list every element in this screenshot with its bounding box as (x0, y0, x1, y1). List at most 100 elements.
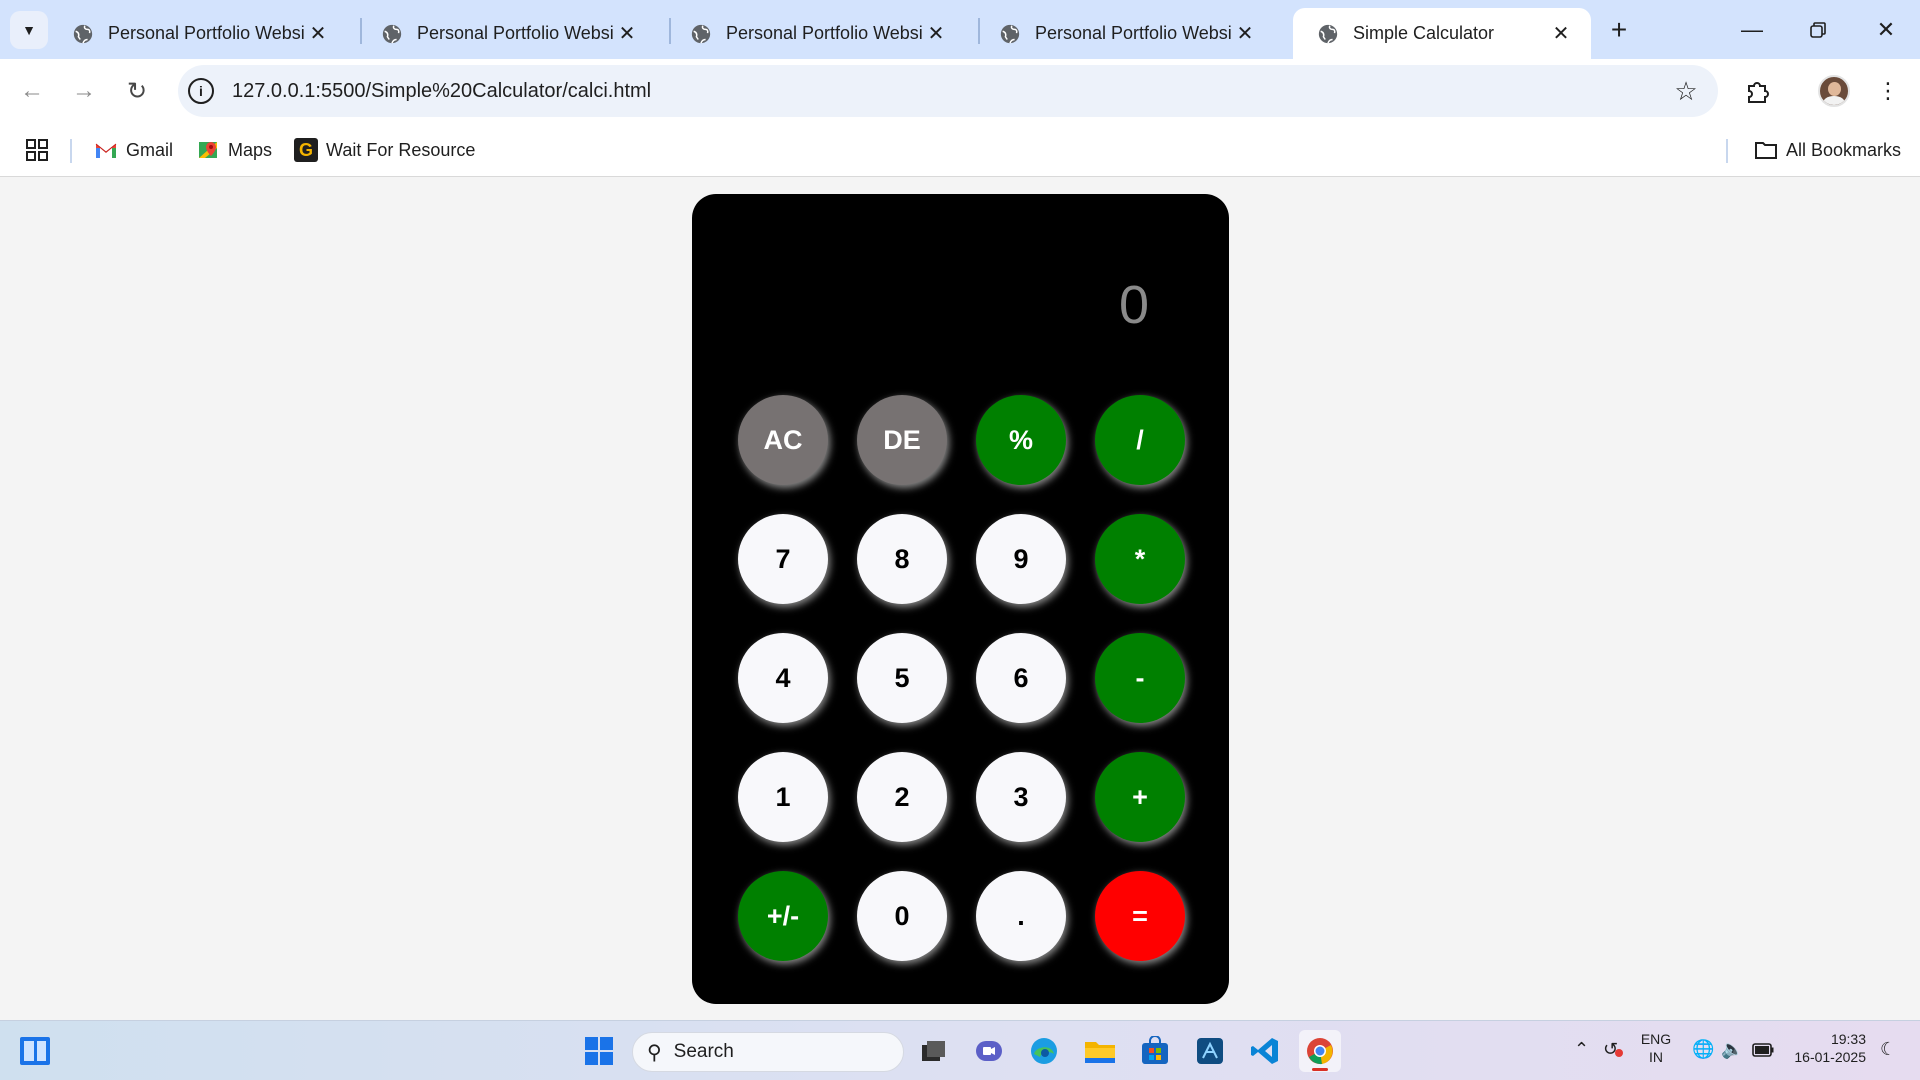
close-tab-icon[interactable]: ✕ (613, 20, 641, 48)
tab-title: Personal Portfolio Website (1035, 23, 1231, 43)
key-6-button[interactable]: 6 (976, 633, 1066, 723)
bookmark-divider (1726, 139, 1728, 163)
extensions-button[interactable] (1738, 71, 1778, 111)
bookmark-wait-for-resource[interactable]: G Wait For Resource (294, 135, 475, 165)
do-not-disturb-icon[interactable]: ☾ (1880, 1039, 1896, 1060)
key-equals-button[interactable]: = (1095, 871, 1185, 961)
battery-icon[interactable] (1752, 1041, 1774, 1062)
close-tab-icon[interactable]: ✕ (922, 20, 950, 48)
bookmark-maps[interactable]: Maps (196, 135, 272, 165)
active-app-indicator (1312, 1068, 1328, 1071)
language-indicator[interactable]: ENG IN (1638, 1030, 1674, 1066)
apps-button[interactable] (26, 135, 48, 165)
vscode-icon (1251, 1038, 1278, 1064)
back-button[interactable]: ← (12, 71, 52, 111)
key-subtract-button[interactable]: - (1095, 633, 1185, 723)
url-text[interactable]: 127.0.0.1:5500/Simple%20Calculator/calci… (232, 80, 1666, 103)
edge-icon (1031, 1038, 1057, 1064)
tab-simple-calculator[interactable]: Simple Calculator ✕ (1293, 8, 1591, 59)
reload-button[interactable]: ↻ (117, 71, 157, 111)
close-tab-icon[interactable]: ✕ (1231, 20, 1259, 48)
network-icon[interactable]: 🌐 (1692, 1039, 1714, 1060)
store-button[interactable] (1134, 1030, 1176, 1072)
arrow-right-icon: → (72, 77, 96, 104)
all-bookmarks-button[interactable]: All Bookmarks (1754, 135, 1901, 165)
tab-strip: ▼ Personal Portfolio Website ✕ Personal … (0, 0, 1920, 59)
bookmark-gmail[interactable]: Gmail (94, 135, 173, 165)
task-view-button[interactable] (912, 1030, 954, 1072)
reload-icon: ↻ (126, 77, 148, 105)
g-logo-icon: G (294, 138, 318, 162)
key-7-button[interactable]: 7 (738, 514, 828, 604)
minimize-icon: — (1741, 17, 1763, 42)
globe-icon (382, 24, 402, 43)
restore-icon (1810, 22, 1826, 38)
forward-button[interactable]: → (64, 71, 104, 111)
bookmark-label: Gmail (126, 139, 174, 160)
bookmark-divider (70, 139, 72, 163)
browser-toolbar: ← → ↻ i 127.0.0.1:5500/Simple%20Calculat… (0, 59, 1920, 125)
apps-grid-icon (26, 139, 48, 161)
key-add-button[interactable]: + (1095, 752, 1185, 842)
show-hidden-icons-button[interactable]: ⌃ (1574, 1039, 1589, 1060)
key-divide-button[interactable]: / (1095, 395, 1185, 485)
taskbar-search[interactable]: ⚲ Search (632, 1032, 904, 1072)
close-tab-icon[interactable]: ✕ (1547, 20, 1575, 48)
profile-avatar[interactable] (1818, 75, 1850, 107)
key-1-button[interactable]: 1 (738, 752, 828, 842)
tab-portfolio-4[interactable]: Personal Portfolio Website ✕ (975, 8, 1275, 59)
start-button[interactable] (578, 1030, 620, 1072)
chevron-up-icon: ⌃ (1574, 1039, 1590, 1059)
plus-icon: + (1610, 14, 1628, 45)
restore-button[interactable] (1798, 10, 1838, 50)
widgets-button[interactable] (14, 1030, 56, 1072)
search-placeholder: Search (673, 1041, 734, 1062)
key-9-button[interactable]: 9 (976, 514, 1066, 604)
store-icon (1142, 1036, 1168, 1064)
sync-status-icon[interactable]: ↺ (1603, 1039, 1623, 1060)
key-decimal-button[interactable]: . (976, 871, 1066, 961)
tab-portfolio-1[interactable]: Personal Portfolio Website ✕ (48, 8, 348, 59)
key-percent-button[interactable]: % (976, 395, 1066, 485)
address-bar[interactable]: i 127.0.0.1:5500/Simple%20Calculator/cal… (178, 65, 1718, 117)
tab-title: Simple Calculator (1353, 23, 1495, 43)
minimize-button[interactable]: — (1732, 10, 1772, 50)
key-4-button[interactable]: 4 (738, 633, 828, 723)
key-all-clear-button[interactable]: AC (738, 395, 828, 485)
volume-icon[interactable]: 🔈 (1721, 1039, 1743, 1060)
globe-icon (1000, 24, 1020, 43)
snipping-tool-button[interactable] (1189, 1030, 1231, 1072)
bookmark-star-icon[interactable]: ☆ (1666, 76, 1706, 107)
key-2-button[interactable]: 2 (857, 752, 947, 842)
file-explorer-button[interactable] (1079, 1030, 1121, 1072)
task-view-icon (922, 1041, 945, 1061)
key-8-button[interactable]: 8 (857, 514, 947, 604)
tab-portfolio-3[interactable]: Personal Portfolio Website ✕ (666, 8, 966, 59)
tab-search-button[interactable]: ▼ (10, 11, 48, 49)
tab-portfolio-2[interactable]: Personal Portfolio Website ✕ (357, 8, 657, 59)
key-3-button[interactable]: 3 (976, 752, 1066, 842)
new-tab-button[interactable]: + (1601, 12, 1637, 48)
close-tab-icon[interactable]: ✕ (304, 20, 332, 48)
gmail-icon (94, 138, 118, 162)
edge-button[interactable] (1023, 1030, 1065, 1072)
site-info-icon[interactable]: i (188, 78, 214, 104)
globe-icon (691, 24, 711, 43)
windows-logo-icon (585, 1037, 613, 1065)
key-toggle-sign-button[interactable]: +/- (738, 871, 828, 961)
key-delete-button[interactable]: DE (857, 395, 947, 485)
clock[interactable]: 19:33 16-01-2025 (1790, 1030, 1866, 1066)
tab-title: Personal Portfolio Website (417, 23, 613, 43)
key-0-button[interactable]: 0 (857, 871, 947, 961)
calculator-display: 0 (1118, 275, 1149, 335)
key-5-button[interactable]: 5 (857, 633, 947, 723)
vscode-button[interactable] (1244, 1030, 1286, 1072)
meet-button[interactable] (968, 1030, 1010, 1072)
key-multiply-button[interactable]: * (1095, 514, 1185, 604)
bookmark-label: Wait For Resource (326, 139, 476, 160)
chrome-button[interactable] (1299, 1030, 1341, 1072)
chrome-menu-button[interactable]: ⋮ (1868, 71, 1908, 111)
globe-icon (73, 24, 93, 43)
close-window-button[interactable]: ✕ (1866, 10, 1906, 50)
close-icon: ✕ (1876, 17, 1896, 42)
